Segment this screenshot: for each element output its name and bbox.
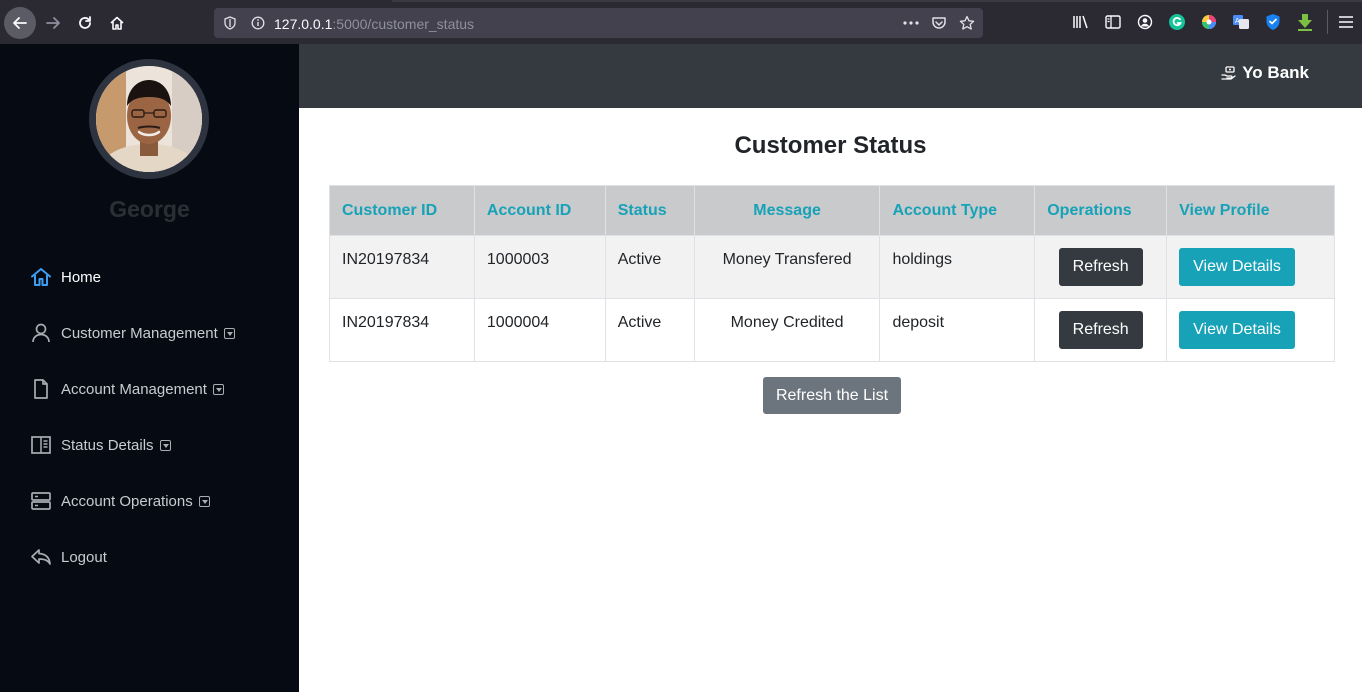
url-path: :5000/customer_status — [332, 16, 475, 32]
avatar — [89, 59, 209, 179]
sidebar: George Home Customer Management Account … — [0, 44, 299, 692]
message-cell: Money Transfered — [693, 235, 881, 299]
table-row: IN20197834 1000003 Active Money Transfer… — [329, 235, 1335, 299]
operations-cell: Refresh — [1034, 298, 1168, 362]
column-header: Account ID — [473, 185, 606, 236]
column-header: Account Type — [879, 185, 1036, 236]
server-icon — [30, 490, 52, 512]
library-icon[interactable] — [1071, 12, 1091, 32]
toolbar-separator — [1327, 10, 1328, 34]
customer-status-table: Customer ID Account ID Status Message Ac… — [329, 185, 1335, 362]
reply-icon — [30, 546, 52, 568]
column-header: Operations — [1034, 185, 1168, 236]
sidebar-item-label: Account Management — [61, 380, 207, 398]
url-bar[interactable]: 127.0.0.1:5000/customer_status — [214, 8, 983, 38]
caret-down-icon — [198, 495, 210, 507]
sidebar-item-home[interactable]: Home — [30, 265, 101, 289]
refresh-button[interactable]: Refresh — [1058, 248, 1143, 286]
home-icon[interactable] — [102, 8, 132, 38]
column-header: View Profile — [1166, 185, 1335, 236]
columns-icon — [30, 434, 52, 456]
sidebar-item-logout[interactable]: Logout — [30, 545, 107, 569]
refresh-button[interactable]: Refresh — [1058, 311, 1143, 349]
view-details-button[interactable]: View Details — [1179, 248, 1295, 286]
translate-icon[interactable]: A — [1231, 12, 1251, 32]
more-icon[interactable] — [903, 15, 919, 31]
view-details-button[interactable]: View Details — [1179, 311, 1295, 349]
shield-icon[interactable] — [222, 15, 238, 31]
svg-text:A: A — [1235, 18, 1240, 25]
download-icon[interactable] — [1295, 12, 1315, 32]
account-icon[interactable] — [1135, 12, 1155, 32]
caret-down-icon — [223, 327, 235, 339]
caret-down-icon — [159, 439, 171, 451]
sidebar-item-account-operations[interactable]: Account Operations — [30, 489, 210, 513]
column-header: Customer ID — [329, 185, 475, 236]
home-icon — [30, 266, 52, 288]
back-icon[interactable] — [4, 7, 36, 39]
caret-down-icon — [212, 383, 224, 395]
colorpicker-icon[interactable] — [1199, 12, 1219, 32]
account-id-cell: 1000003 — [473, 235, 606, 299]
sidebar-item-label: Customer Management — [61, 324, 218, 342]
account-type-cell: deposit — [879, 298, 1036, 362]
status-cell: Active — [604, 298, 695, 362]
pocket-icon[interactable] — [931, 15, 947, 31]
url-text[interactable]: 127.0.0.1:5000/customer_status — [274, 16, 474, 32]
grammarly-icon[interactable] — [1167, 12, 1187, 32]
column-header: Status — [604, 185, 695, 236]
customer-id-cell: IN20197834 — [329, 298, 475, 362]
refresh-list-button[interactable]: Refresh the List — [763, 377, 901, 414]
view-profile-cell: View Details — [1166, 298, 1335, 362]
sidebar-icon[interactable] — [1103, 12, 1123, 32]
sidebar-item-label: Account Operations — [61, 492, 193, 510]
operations-cell: Refresh — [1034, 235, 1168, 299]
status-cell: Active — [604, 235, 695, 299]
menu-icon[interactable] — [1336, 12, 1356, 32]
sidebar-item-account-management[interactable]: Account Management — [30, 377, 224, 401]
star-icon[interactable] — [959, 15, 975, 31]
sidebar-item-label: Logout — [61, 548, 107, 566]
reload-icon[interactable] — [70, 8, 100, 38]
forward-icon[interactable] — [38, 8, 68, 38]
bitwarden-icon[interactable] — [1263, 12, 1283, 32]
url-host: 127.0.0.1 — [274, 16, 333, 32]
tab-strip-edge — [392, 0, 1362, 2]
sidebar-item-status-details[interactable]: Status Details — [30, 433, 171, 457]
message-cell: Money Credited — [693, 298, 881, 362]
sidebar-item-label: Status Details — [61, 436, 154, 454]
customer-id-cell: IN20197834 — [329, 235, 475, 299]
table-header-row: Customer ID Account ID Status Message Ac… — [329, 185, 1335, 236]
avatar-photo — [96, 66, 202, 172]
top-navbar: Yo Bank — [299, 44, 1362, 108]
sidebar-item-customer-management[interactable]: Customer Management — [30, 321, 235, 345]
user-icon — [30, 322, 52, 344]
sidebar-item-label: Home — [61, 268, 102, 286]
account-type-cell: holdings — [879, 235, 1036, 299]
info-icon[interactable] — [250, 15, 266, 31]
page-title: Customer Status — [734, 132, 927, 159]
column-header: Message — [693, 185, 881, 236]
brand[interactable]: Yo Bank — [1221, 63, 1309, 83]
hand-holding-money-icon — [1221, 65, 1236, 81]
file-icon — [30, 378, 52, 400]
browser-toolbar: 127.0.0.1:5000/customer_status A — [0, 0, 1362, 44]
user-name: George — [109, 196, 190, 222]
table-row: IN20197834 1000004 Active Money Credited… — [329, 298, 1335, 362]
brand-name: Yo Bank — [1242, 63, 1309, 82]
view-profile-cell: View Details — [1166, 235, 1335, 299]
account-id-cell: 1000004 — [473, 298, 606, 362]
